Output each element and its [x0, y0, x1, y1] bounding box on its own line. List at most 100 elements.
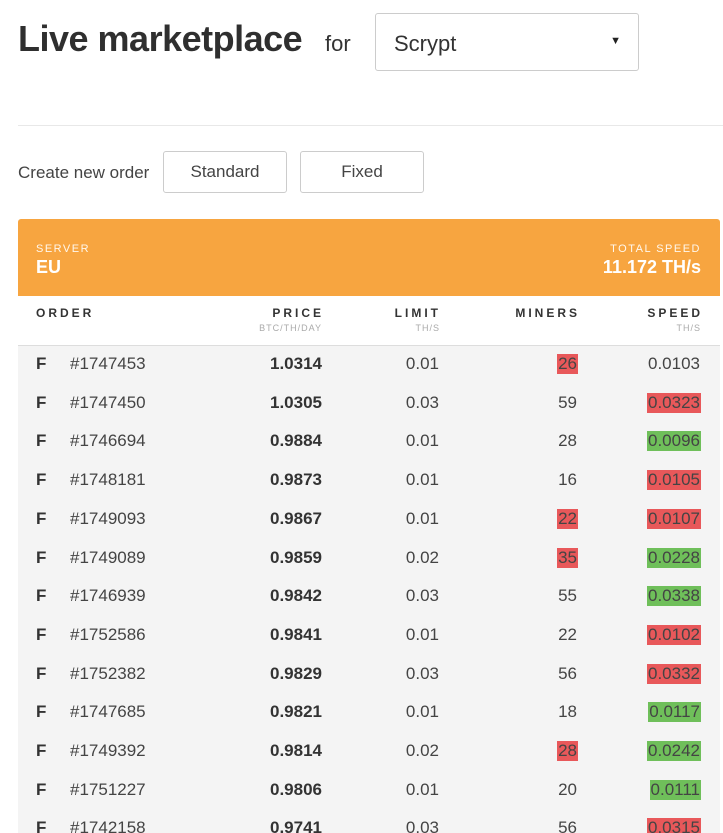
table-row[interactable]: F #1752586 0.9841 0.01 22 0.0102 [18, 617, 720, 656]
order-limit: 0.01 [405, 624, 439, 644]
order-limit: 0.01 [405, 431, 439, 451]
order-type: F [36, 702, 47, 722]
column-price-unit: BTC/TH/DAY [259, 323, 322, 333]
order-speed: 0.0242 [647, 741, 701, 761]
order-id: #1742158 [70, 818, 146, 833]
total-speed-value: 11.172 TH/s [602, 257, 701, 277]
order-price: 0.9873 [270, 470, 322, 490]
order-speed: 0.0315 [647, 818, 701, 833]
order-speed: 0.0228 [647, 547, 701, 568]
table-row[interactable]: F #1747685 0.9821 0.01 18 0.0117 [18, 694, 720, 733]
order-id: #1752586 [70, 624, 146, 644]
fixed-order-button[interactable]: Fixed [300, 151, 424, 193]
order-speed: 0.0105 [647, 470, 701, 491]
order-miners: 35 [557, 547, 578, 568]
order-miners: 26 [557, 354, 578, 374]
order-type: F [36, 431, 47, 451]
order-type: F [36, 586, 47, 606]
order-miners: 22 [558, 624, 577, 644]
order-miners: 55 [558, 586, 577, 606]
standard-order-button[interactable]: Standard [163, 151, 287, 193]
algorithm-select-value: Scrypt [394, 31, 457, 56]
order-limit: 0.01 [405, 354, 439, 373]
order-price: 0.9841 [270, 624, 322, 644]
order-speed: 0.0338 [647, 586, 701, 607]
order-type: F [36, 547, 47, 567]
column-order[interactable]: ORDER [36, 306, 94, 320]
order-miners: 18 [558, 702, 577, 722]
order-price: 0.9814 [270, 741, 322, 760]
server-value: EU [36, 257, 62, 277]
table-row[interactable]: F #1751227 0.9806 0.01 20 0.0111 [18, 772, 720, 811]
order-type: F [36, 818, 47, 833]
table-row[interactable]: F #1746939 0.9842 0.03 55 0.0338 [18, 578, 720, 617]
order-miners: 28 [558, 431, 577, 451]
order-miners: 28 [557, 741, 578, 761]
orders-table-body: F #1747453 1.0314 0.01 26 0.0103 F #1747450 1.03… [18, 346, 720, 833]
column-speed[interactable]: SPEED [647, 306, 703, 320]
order-price: 1.0314 [270, 354, 322, 373]
for-label: for [325, 31, 351, 56]
order-price: 1.0305 [270, 392, 322, 412]
order-speed: 0.0096 [647, 431, 701, 452]
order-price: 0.9867 [270, 508, 322, 528]
order-speed: 0.0117 [648, 702, 701, 723]
order-id: #1746694 [70, 431, 146, 451]
order-price: 0.9884 [270, 431, 322, 451]
column-miners[interactable]: MINERS [515, 306, 580, 320]
table-row[interactable]: F #1749089 0.9859 0.02 35 0.0228 [18, 540, 720, 579]
order-price: 0.9741 [270, 818, 322, 833]
order-id: #1751227 [70, 779, 146, 799]
order-limit: 0.03 [405, 818, 439, 833]
table-row[interactable]: F #1742158 0.9741 0.03 56 0.0315 [18, 810, 720, 833]
order-id: #1748181 [70, 470, 146, 490]
algorithm-select[interactable]: Scrypt ▼ [375, 13, 639, 71]
order-id: #1746939 [70, 586, 146, 606]
order-id: #1752382 [70, 663, 146, 683]
table-row[interactable]: F #1746694 0.9884 0.01 28 0.0096 [18, 423, 720, 462]
order-miners: 22 [557, 508, 578, 529]
order-id: #1747685 [70, 702, 146, 722]
order-id: #1749392 [70, 741, 146, 760]
table-row[interactable]: F #1747450 1.0305 0.03 59 0.0323 [18, 385, 720, 424]
order-limit: 0.01 [405, 779, 439, 799]
order-type: F [36, 779, 47, 799]
table-row[interactable]: F #1749392 0.9814 0.02 28 0.0242 [18, 733, 720, 772]
table-row[interactable]: F #1749093 0.9867 0.01 22 0.0107 [18, 501, 720, 540]
order-limit: 0.03 [405, 586, 439, 606]
order-type: F [36, 508, 47, 528]
page-title: Live marketplace [18, 18, 303, 59]
server-caption: SERVER [36, 243, 91, 255]
order-miners: 59 [558, 392, 577, 412]
order-price: 0.9806 [270, 779, 322, 799]
order-speed: 0.0102 [647, 624, 701, 645]
order-speed: 0.0111 [649, 779, 701, 800]
order-limit: 0.02 [405, 547, 439, 567]
order-miners: 56 [558, 663, 577, 683]
order-id: #1749089 [70, 547, 146, 567]
order-type: F [36, 624, 47, 644]
table-row[interactable]: F #1748181 0.9873 0.01 16 0.0105 [18, 462, 720, 501]
table-row[interactable]: F #1752382 0.9829 0.03 56 0.0332 [18, 656, 720, 695]
order-type: F [36, 354, 47, 373]
order-miners: 20 [558, 779, 577, 799]
column-limit-unit: TH/S [415, 323, 440, 333]
column-limit[interactable]: LIMIT [395, 306, 441, 320]
order-speed: 0.0323 [647, 392, 701, 413]
order-speed: 0.0103 [648, 354, 700, 373]
order-limit: 0.03 [405, 663, 439, 683]
order-price: 0.9842 [270, 586, 322, 606]
create-order-label: Create new order [18, 163, 150, 182]
order-price: 0.9821 [270, 702, 322, 722]
order-type: F [36, 470, 47, 490]
order-limit: 0.02 [405, 741, 439, 760]
order-id: #1749093 [70, 508, 146, 528]
order-id: #1747450 [70, 392, 146, 412]
column-price[interactable]: PRICE [272, 306, 324, 320]
table-row[interactable]: F #1747453 1.0314 0.01 26 0.0103 [18, 346, 720, 385]
total-speed-caption: TOTAL SPEED [610, 243, 701, 255]
order-limit: 0.01 [405, 470, 439, 490]
order-miners: 56 [558, 818, 577, 833]
column-speed-unit: TH/S [676, 323, 701, 333]
order-type: F [36, 663, 47, 683]
